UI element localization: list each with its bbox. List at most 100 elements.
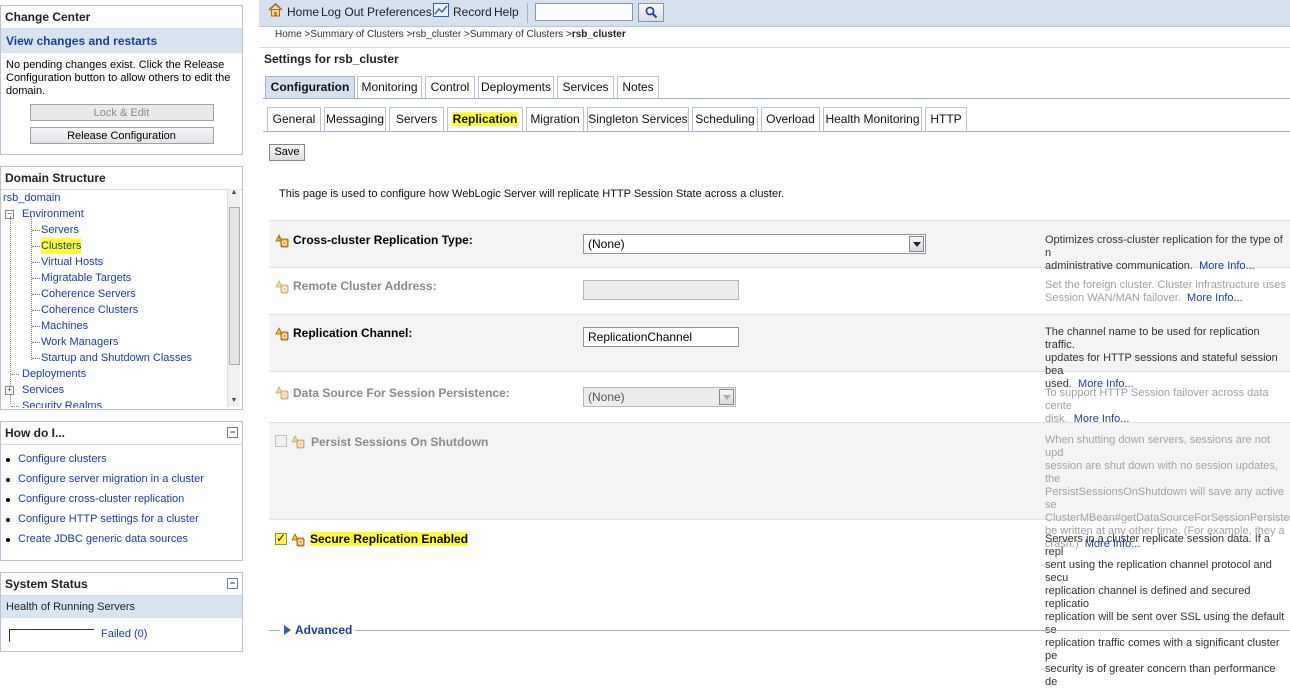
preferences-link[interactable]: Preferences: [367, 5, 432, 19]
field-description: Servers in a cluster replicate session d…: [1045, 533, 1285, 688]
tree-node-coherence-servers[interactable]: Coherence Servers: [41, 286, 136, 302]
tree-node-startup-shutdown[interactable]: Startup and Shutdown Classes: [41, 350, 192, 366]
search-icon: [645, 6, 658, 19]
help-link[interactable]: Help: [494, 5, 519, 19]
restart-warning-icon: [275, 327, 289, 341]
system-status-panel: System Status − Health of Running Servers…: [0, 572, 243, 652]
scroll-up-icon[interactable]: ▲: [229, 189, 239, 199]
field-description: Set the foreign cluster. Cluster infrast…: [1045, 279, 1290, 305]
view-changes-link[interactable]: View changes and restarts: [1, 29, 242, 53]
subtab-replication[interactable]: Replication: [447, 107, 523, 131]
how-do-i-link[interactable]: Configure cross-cluster replication: [1, 489, 242, 509]
advanced-label: Advanced: [295, 623, 353, 637]
chevron-down-icon: [909, 236, 924, 252]
restart-warning-icon: [291, 533, 305, 547]
how-do-i-list: Configure clusters Configure server migr…: [1, 449, 242, 549]
replication-channel-input[interactable]: ReplicationChannel: [583, 327, 739, 347]
change-center-panel: Change Center View changes and restarts …: [0, 5, 243, 155]
breadcrumb-summary-clusters[interactable]: Summary of Clusters: [310, 29, 403, 40]
how-do-i-link[interactable]: Configure HTTP settings for a cluster: [1, 509, 242, 529]
tab-deployments[interactable]: Deployments: [478, 76, 554, 98]
tab-monitoring[interactable]: Monitoring: [357, 76, 422, 98]
restart-warning-icon: [291, 435, 305, 449]
row-cross-cluster: ! Cross-cluster Replication Type: (None)…: [269, 220, 1290, 272]
subtab-overload[interactable]: Overload: [761, 107, 820, 131]
minimize-icon[interactable]: −: [227, 578, 238, 589]
restart-warning-icon: [275, 386, 289, 400]
subtab-messaging[interactable]: Messaging: [324, 107, 386, 131]
record-link[interactable]: Record: [453, 5, 492, 19]
more-info-link[interactable]: More Info...: [1187, 292, 1243, 304]
tree-node-security-realms[interactable]: Security Realms: [22, 398, 102, 408]
data-source-select[interactable]: (None): [583, 387, 736, 407]
failed-link[interactable]: Failed (0): [101, 628, 147, 640]
tree-node-virtual-hosts[interactable]: Virtual Hosts: [41, 254, 103, 270]
divider: [259, 47, 1290, 48]
tree-node-services[interactable]: Services: [22, 382, 64, 398]
remote-address-input[interactable]: [583, 280, 739, 300]
field-label: Secure Replication Enabled: [310, 532, 469, 546]
domain-structure-panel: Domain Structure rsb_domain − Environmen…: [0, 166, 243, 410]
tab-control[interactable]: Control: [425, 76, 475, 98]
how-do-i-link[interactable]: Configure clusters: [1, 449, 242, 469]
description-text: Set the foreign cluster. Cluster infrast…: [1045, 279, 1286, 304]
row-replication-channel: Replication Channel: ReplicationChannel …: [269, 314, 1290, 390]
lock-edit-button[interactable]: Lock & Edit: [29, 104, 214, 121]
breadcrumb-cluster[interactable]: rsb_cluster: [412, 29, 461, 40]
field-label: Persist Sessions On Shutdown: [311, 435, 489, 449]
how-do-i-panel: How do I... − Configure clusters Configur…: [0, 421, 243, 561]
subtab-http[interactable]: HTTP: [925, 107, 967, 131]
breadcrumb-current: rsb_cluster: [571, 29, 626, 40]
tree-node-migratable-targets[interactable]: Migratable Targets: [41, 270, 131, 286]
tab-notes[interactable]: Notes: [617, 76, 659, 98]
tab-configuration[interactable]: Configuration: [265, 76, 355, 98]
restart-warning-icon: [275, 280, 289, 294]
scroll-thumb[interactable]: [229, 207, 240, 365]
row-secure-replication: Secure Replication Enabled Servers in a …: [269, 520, 1290, 688]
how-do-i-link[interactable]: Configure server migration in a cluster: [1, 469, 242, 489]
svg-text:!: !: [278, 237, 280, 243]
tree-node-rsb-domain[interactable]: rsb_domain: [3, 190, 60, 206]
subtab-migration[interactable]: Migration: [526, 107, 584, 131]
home-link[interactable]: Home: [287, 5, 319, 19]
subtab-servers[interactable]: Servers: [389, 107, 444, 131]
field-label: Data Source For Session Persistence:: [293, 386, 510, 400]
search-input[interactable]: [535, 3, 633, 21]
subtab-singleton-services[interactable]: Singleton Services: [587, 107, 689, 131]
save-button[interactable]: Save: [269, 144, 305, 161]
subtab-health-monitoring[interactable]: Health Monitoring: [823, 107, 922, 131]
tree-node-work-managers[interactable]: Work Managers: [41, 334, 118, 350]
system-status-title: System Status −: [1, 573, 242, 596]
scroll-down-icon[interactable]: ▼: [229, 397, 239, 407]
expand-icon[interactable]: +: [5, 386, 14, 395]
home-icon[interactable]: [268, 2, 283, 20]
advanced-section-toggle[interactable]: Advanced: [269, 620, 1290, 640]
persist-sessions-checkbox[interactable]: [275, 435, 287, 447]
field-label: Cross-cluster Replication Type:: [293, 233, 473, 247]
health-bar: [9, 629, 94, 642]
record-icon[interactable]: [433, 3, 449, 20]
release-configuration-button[interactable]: Release Configuration: [29, 127, 214, 144]
tree-node-machines[interactable]: Machines: [41, 318, 88, 334]
breadcrumb: Home >Summary of Clusters >rsb_cluster >…: [275, 29, 626, 40]
secure-replication-checkbox[interactable]: [275, 531, 287, 545]
page-title: Settings for rsb_cluster: [264, 52, 399, 66]
logout-link[interactable]: Log Out: [321, 5, 364, 19]
select-value: (None): [588, 390, 625, 404]
tab-services[interactable]: Services: [557, 76, 614, 98]
subtab-general[interactable]: General: [267, 107, 321, 131]
how-do-i-link[interactable]: Create JDBC generic data sources: [1, 529, 242, 549]
cross-cluster-select[interactable]: (None): [583, 234, 926, 254]
tree-node-deployments[interactable]: Deployments: [22, 366, 86, 382]
domain-tree: rsb_domain − Environment Servers Cluster…: [1, 190, 242, 408]
search-button[interactable]: [638, 3, 664, 22]
subtab-scheduling[interactable]: Scheduling: [692, 107, 758, 131]
tree-node-servers[interactable]: Servers: [41, 222, 79, 238]
minimize-icon[interactable]: −: [227, 427, 238, 438]
tree-scrollbar[interactable]: ▲ ▼: [227, 189, 240, 407]
divider: [263, 131, 1290, 132]
tree-node-clusters[interactable]: Clusters: [41, 238, 82, 254]
breadcrumb-home[interactable]: Home: [275, 29, 302, 40]
tree-node-coherence-clusters[interactable]: Coherence Clusters: [41, 302, 138, 318]
breadcrumb-summary-clusters-2[interactable]: Summary of Clusters: [470, 29, 563, 40]
